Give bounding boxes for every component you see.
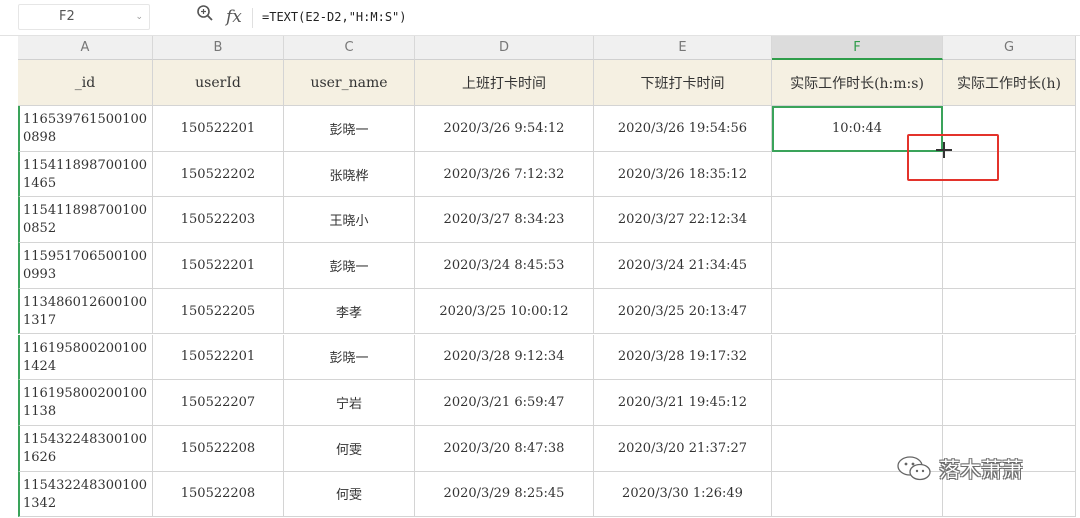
table-cell[interactable]: 150522208 xyxy=(153,471,284,518)
table-cell[interactable]: 张晓桦 xyxy=(284,151,415,198)
table-cell[interactable]: 2020/3/24 21:34:45 xyxy=(594,243,772,289)
table-cell[interactable]: 2020/3/24 8:45:53 xyxy=(415,243,594,289)
table-cell[interactable] xyxy=(943,243,1076,289)
watermark: 落木萧萧 xyxy=(895,452,1023,486)
row-header-gutter xyxy=(0,36,18,518)
table-cell[interactable]: 2020/3/26 9:54:12 xyxy=(415,106,594,152)
table-cell[interactable]: 彭晓一 xyxy=(284,334,415,381)
table-cell[interactable] xyxy=(772,380,943,426)
table-cell[interactable]: 150522201 xyxy=(153,334,284,381)
table-cell[interactable] xyxy=(943,197,1076,244)
table-cell[interactable]: 2020/3/27 8:34:23 xyxy=(415,197,594,244)
column-header-a[interactable]: A xyxy=(18,36,153,60)
header-cell-c[interactable]: user_name xyxy=(284,60,415,106)
formula-input[interactable]: =TEXT(E2-D2,"H:M:S") xyxy=(262,4,407,30)
table-cell[interactable]: 2020/3/30 1:26:49 xyxy=(594,471,772,518)
table-cell[interactable]: 2020/3/27 22:12:34 xyxy=(594,197,772,244)
header-cell-b[interactable]: userId xyxy=(153,60,284,106)
column-header-e[interactable]: E xyxy=(594,36,772,60)
table-cell[interactable]: 2020/3/28 19:17:32 xyxy=(594,334,772,381)
column-header-c[interactable]: C xyxy=(284,36,415,60)
table-cell[interactable]: 1161958002001001424 xyxy=(18,334,153,381)
table-cell[interactable] xyxy=(772,288,943,335)
watermark-text: 落木萧萧 xyxy=(939,458,1023,482)
table-cell[interactable]: 1161958002001001138 xyxy=(18,380,153,426)
table-cell[interactable]: 宁岩 xyxy=(284,380,415,426)
table-cell[interactable]: 1134860126001001317 xyxy=(18,288,153,335)
formula-bar: F2 ⌄ fx =TEXT(E2-D2,"H:M:S") xyxy=(0,0,1080,36)
table-cell[interactable]: 2020/3/21 19:45:12 xyxy=(594,380,772,426)
table-cell[interactable]: 何雯 xyxy=(284,425,415,472)
table-cell[interactable]: 150522203 xyxy=(153,197,284,244)
cell-reference: F2 xyxy=(59,9,75,24)
header-cell-f[interactable]: 实际工作时长(h:m:s) xyxy=(772,60,943,106)
function-icon[interactable]: fx xyxy=(226,4,242,30)
header-cell-e[interactable]: 下班打卡时间 xyxy=(594,60,772,106)
table-cell[interactable]: 150522208 xyxy=(153,425,284,472)
table-cell[interactable]: 王晓小 xyxy=(284,197,415,244)
column-header-f[interactable]: F xyxy=(772,36,943,60)
header-cell-a[interactable]: _id xyxy=(18,60,153,106)
table-cell[interactable]: 彭晓一 xyxy=(284,243,415,289)
column-header-d[interactable]: D xyxy=(415,36,594,60)
annotation-highlight-box xyxy=(907,134,999,181)
table-cell[interactable]: 150522201 xyxy=(153,106,284,152)
table-cell[interactable]: 2020/3/20 8:47:38 xyxy=(415,425,594,472)
column-header-g[interactable]: G xyxy=(943,36,1076,60)
table-cell[interactable] xyxy=(943,288,1076,335)
table-cell[interactable]: 150522202 xyxy=(153,151,284,198)
table-cell[interactable]: 1154118987001000852 xyxy=(18,197,153,244)
wechat-icon xyxy=(897,456,931,481)
column-header-b[interactable]: B xyxy=(153,36,284,60)
header-cell-g[interactable]: 实际工作时长(h) xyxy=(943,60,1076,106)
zoom-icon[interactable] xyxy=(196,4,214,30)
table-cell[interactable]: 2020/3/21 6:59:47 xyxy=(415,380,594,426)
table-cell[interactable]: 2020/3/25 10:00:12 xyxy=(415,288,594,335)
table-cell[interactable]: 150522207 xyxy=(153,380,284,426)
table-cell[interactable]: 2020/3/25 20:13:47 xyxy=(594,288,772,335)
table-cell[interactable]: 2020/3/26 19:54:56 xyxy=(594,106,772,152)
table-cell[interactable]: 1154322483001001342 xyxy=(18,471,153,518)
formula-bar-divider xyxy=(252,8,253,28)
chevron-down-icon[interactable]: ⌄ xyxy=(135,5,143,29)
table-cell[interactable] xyxy=(772,197,943,244)
header-cell-d[interactable]: 上班打卡时间 xyxy=(415,60,594,106)
table-cell[interactable]: 2020/3/20 21:37:27 xyxy=(594,425,772,472)
table-cell[interactable]: 1159517065001000993 xyxy=(18,243,153,289)
table-cell[interactable]: 1165397615001000898 xyxy=(18,106,153,152)
table-cell[interactable] xyxy=(943,380,1076,426)
table-cell[interactable]: 2020/3/29 8:25:45 xyxy=(415,471,594,518)
table-cell[interactable]: 1154322483001001626 xyxy=(18,425,153,472)
table-cell[interactable]: 何雯 xyxy=(284,471,415,518)
table-cell[interactable]: 李孝 xyxy=(284,288,415,335)
table-cell[interactable]: 2020/3/26 18:35:12 xyxy=(594,151,772,198)
name-box[interactable]: F2 ⌄ xyxy=(18,4,150,30)
table-cell[interactable]: 2020/3/26 7:12:32 xyxy=(415,151,594,198)
table-cell[interactable] xyxy=(772,334,943,381)
table-cell[interactable]: 150522205 xyxy=(153,288,284,335)
fill-handle-cursor-icon[interactable] xyxy=(936,142,952,158)
table-cell[interactable]: 2020/3/28 9:12:34 xyxy=(415,334,594,381)
table-cell[interactable]: 彭晓一 xyxy=(284,106,415,152)
table-cell[interactable]: 1154118987001001465 xyxy=(18,151,153,198)
table-cell[interactable] xyxy=(772,243,943,289)
table-cell[interactable]: 150522201 xyxy=(153,243,284,289)
table-cell[interactable] xyxy=(943,334,1076,381)
